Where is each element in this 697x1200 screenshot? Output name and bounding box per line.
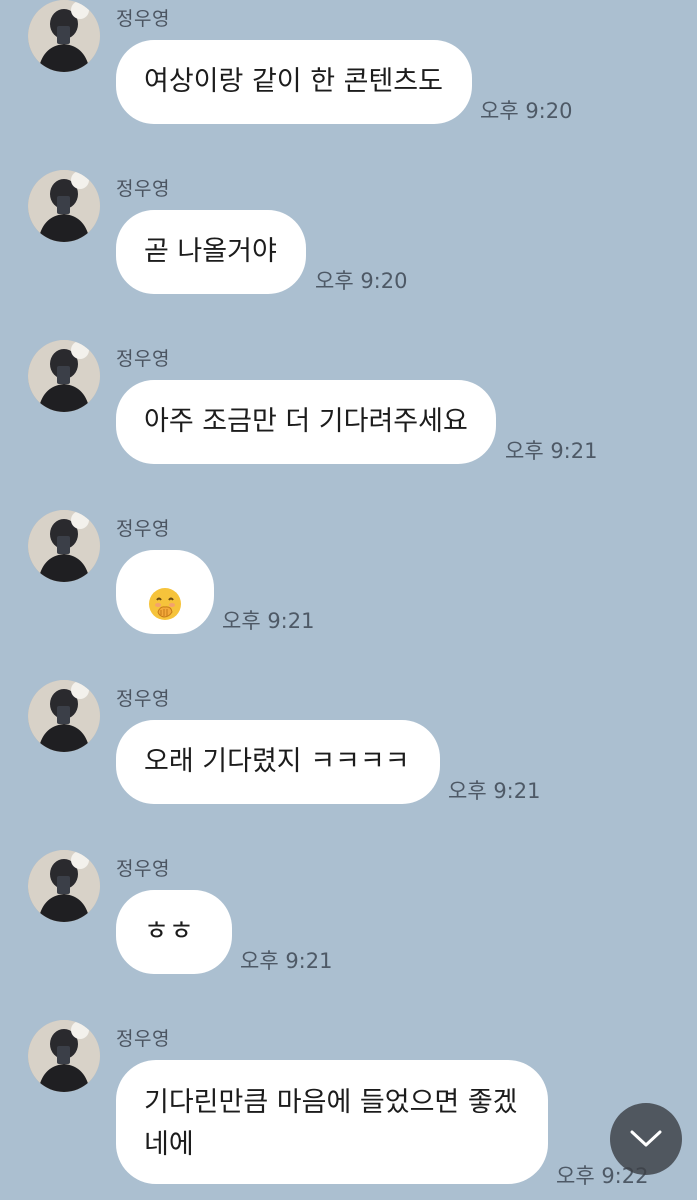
sender-name: 정우영 <box>116 178 170 200</box>
sender-name: 정우영 <box>116 688 170 710</box>
avatar[interactable] <box>28 680 100 752</box>
sender-name: 정우영 <box>116 348 170 370</box>
avatar[interactable] <box>28 170 100 242</box>
chevron-down-icon <box>630 1130 662 1147</box>
message-bubble[interactable]: 오래 기다렸지 ㅋㅋㅋㅋ <box>116 720 440 804</box>
message-line: 기다린만큼 마음에 들었으면 좋겠 <box>144 1087 518 1118</box>
scroll-to-bottom-button[interactable] <box>610 1103 682 1175</box>
avatar[interactable] <box>28 0 100 72</box>
sender-name: 정우영 <box>116 8 170 30</box>
sender-name: 정우영 <box>116 518 170 540</box>
message-bubble[interactable]: 아주 조금만 더 기다려주세요 <box>116 380 496 464</box>
sender-name: 정우영 <box>116 1028 170 1050</box>
message-time: 오후 9:20 <box>480 99 573 123</box>
sender-name: 정우영 <box>116 858 170 880</box>
message-bubble[interactable] <box>116 550 214 634</box>
message-bubble[interactable]: 기다린만큼 마음에 들었으면 좋겠 네에 <box>116 1060 548 1184</box>
message-time: 오후 9:20 <box>315 269 408 293</box>
message-bubble[interactable]: 곧 나올거야 <box>116 210 306 294</box>
message-bubble[interactable]: ㅎㅎ <box>116 890 232 974</box>
message-bubble[interactable]: 여상이랑 같이 한 콘텐츠도 <box>116 40 472 124</box>
avatar[interactable] <box>28 1020 100 1092</box>
avatar[interactable] <box>28 850 100 922</box>
message-line: 네에 <box>144 1129 194 1160</box>
avatar[interactable] <box>28 510 100 582</box>
avatar[interactable] <box>28 340 100 412</box>
message-time: 오후 9:21 <box>240 949 333 973</box>
message-time: 오후 9:21 <box>222 609 315 633</box>
message-time: 오후 9:21 <box>505 439 598 463</box>
message-time: 오후 9:21 <box>448 779 541 803</box>
face-with-hand-over-mouth-emoji <box>147 572 183 620</box>
